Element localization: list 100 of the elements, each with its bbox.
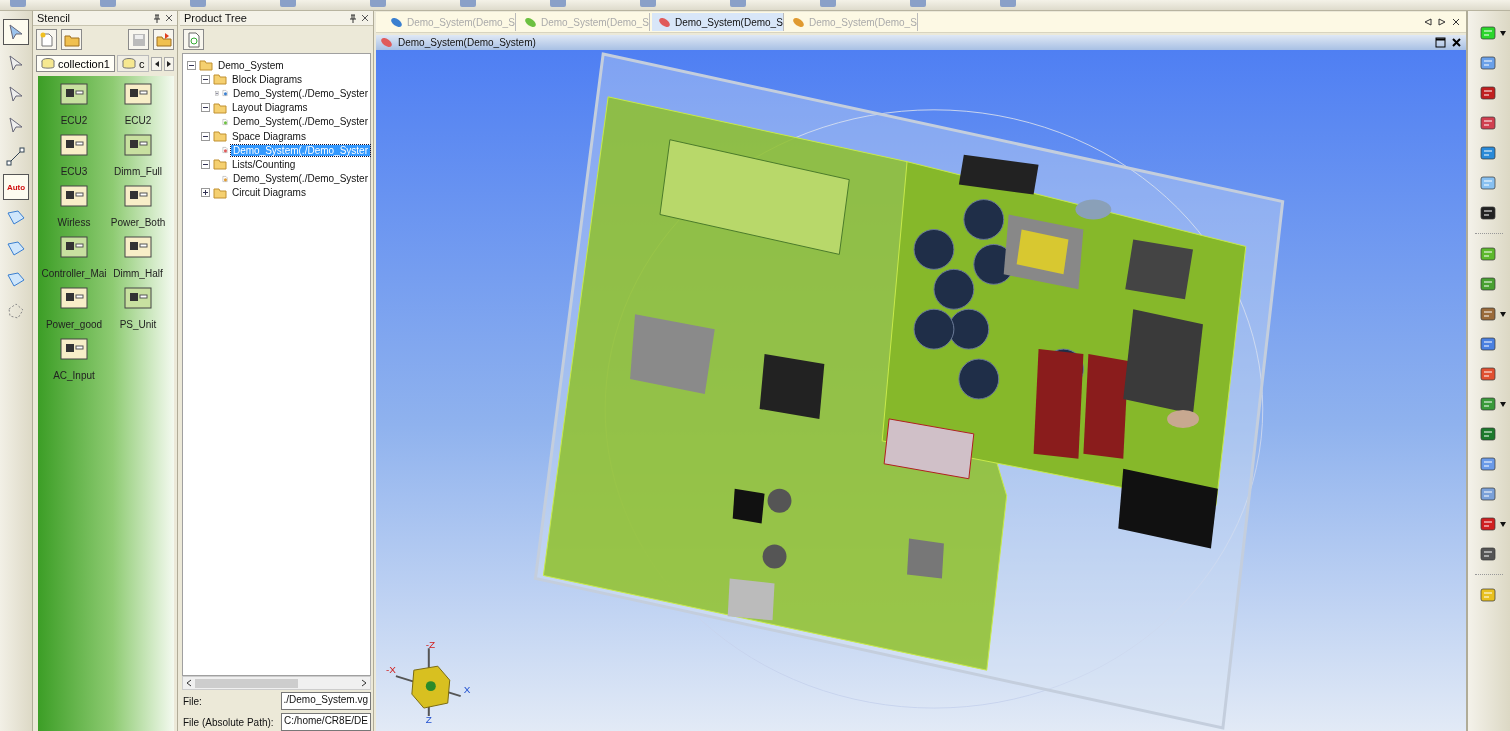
axis-label: -X [385,664,396,676]
tree-item[interactable]: Demo_System(./Demo_Syster [230,173,370,185]
save-icon [130,31,147,48]
export-button[interactable] [153,29,174,50]
part-thumbnail-icon[interactable] [60,284,88,312]
part-label: Power_Both [110,217,166,228]
folder-icon [213,158,227,171]
part-label: ECU3 [60,166,88,177]
part-thumbnail-icon[interactable] [124,182,152,210]
expander-icon[interactable] [201,103,210,113]
maximize-icon[interactable] [1435,37,1446,48]
part-thumbnail-icon[interactable] [60,182,88,210]
tree-item[interactable]: Layout Diagrams [230,102,310,114]
input-field[interactable]: C:/home/CR8E/DE [281,713,371,731]
caret-icon[interactable] [1500,401,1506,407]
database-icon [122,57,136,70]
field-label: File: [183,695,202,707]
collection-tab[interactable]: c [117,55,150,72]
field-label: File (Absolute Path): [183,716,274,728]
axis-triad-icon[interactable] [394,647,462,718]
part-thumbnail-icon[interactable] [124,284,152,312]
expander-icon[interactable] [187,60,196,70]
part-label: Dimm_Half [113,268,163,279]
close-icon[interactable] [361,14,369,22]
chevron-left-icon[interactable] [186,679,192,687]
pin-icon[interactable] [349,13,357,23]
part-label: Dimm_Full [114,166,162,177]
folder-icon [213,130,227,143]
part-thumbnail-icon[interactable] [60,131,88,159]
next-tab-icon[interactable] [1438,18,1446,26]
tool-icon[interactable] [1478,424,1498,444]
axis-label: X [463,684,471,696]
part-label: Wirless [57,217,91,228]
3d-viewport[interactable]: -Z X -X Z [376,50,1466,731]
part-thumbnail-icon[interactable] [60,233,88,261]
document-tab[interactable]: Demo_System(Demo_S [652,13,784,31]
caret-right-icon [165,60,172,67]
scroll-right-button[interactable] [163,56,174,71]
tree-item[interactable]: Space Diagrams [230,130,308,142]
new-file-icon [38,31,55,48]
tool-icon[interactable] [1478,83,1498,103]
folder-icon [213,73,227,86]
part-thumbnail-icon[interactable] [60,335,88,363]
axis-label: Z [425,714,432,725]
database-icon [41,57,55,70]
document-icon [380,37,393,48]
caret-left-icon [153,60,160,67]
tool-button[interactable] [3,19,29,45]
expander-icon[interactable] [201,188,210,198]
part-label: ECU2 [124,115,152,126]
caret-icon[interactable] [1500,311,1506,317]
part-label: ECU2 [60,115,88,126]
collection-tab[interactable]: collection1 [36,55,115,72]
close-icon[interactable] [165,14,173,22]
pin-icon[interactable] [153,13,161,23]
tree-item[interactable]: Demo_System [216,59,286,71]
part-thumbnail-icon[interactable] [124,233,152,261]
folder-icon [213,101,227,114]
tree-item[interactable]: Circuit Diagrams [230,187,308,199]
previous-tab-icon[interactable] [1424,18,1432,26]
tree-item[interactable]: Lists/Counting [230,158,298,170]
axis-label: -Z [425,639,436,651]
part-label: Controller_Mai [41,268,107,279]
caret-icon[interactable] [1500,521,1506,527]
expander-icon[interactable] [201,74,210,84]
new-button[interactable] [36,29,57,50]
viewport-title: Demo_System(Demo_System) [398,37,536,48]
part-thumbnail-icon[interactable] [124,80,152,108]
panel-title: Product Tree [184,12,248,24]
panel-title: Stencil [37,12,72,24]
close-icon[interactable] [1452,18,1460,26]
close-icon[interactable] [1451,37,1462,48]
expander-icon[interactable] [201,131,210,141]
part-label: AC_Input [53,370,95,381]
tool-icon[interactable] [1478,203,1498,223]
tool-icon[interactable] [1478,544,1498,564]
part-thumbnail-icon[interactable] [124,131,152,159]
expander-icon[interactable] [201,159,210,169]
scroll-left-button[interactable] [151,56,162,71]
tree-item[interactable]: Demo_System(./Demo_Syster [230,87,370,99]
connector-icon [6,146,26,166]
auto-button[interactable]: Auto [3,174,29,200]
refresh-icon [186,31,201,48]
part-label: Power_good [45,319,103,330]
part-label: PS_Unit [119,319,157,330]
save-button[interactable] [128,29,149,50]
horizontal-scrollbar[interactable] [182,676,371,690]
dotted-shape-icon [6,301,26,321]
open-button[interactable] [61,29,82,50]
input-field[interactable]: ./Demo_System.vg [280,692,371,710]
chevron-right-icon[interactable] [361,679,367,687]
part-thumbnail-icon[interactable] [60,80,88,108]
caret-icon[interactable] [1500,30,1506,36]
tool-icon[interactable] [1478,514,1498,534]
tree-item[interactable]: Demo_System(./Demo_Syster [230,116,370,128]
tree-item[interactable]: Block Diagrams [230,73,305,85]
folder-arrow-icon [155,31,172,48]
refresh-button[interactable] [183,29,204,50]
tool-icon[interactable] [1478,113,1498,133]
folder-icon [213,186,227,199]
